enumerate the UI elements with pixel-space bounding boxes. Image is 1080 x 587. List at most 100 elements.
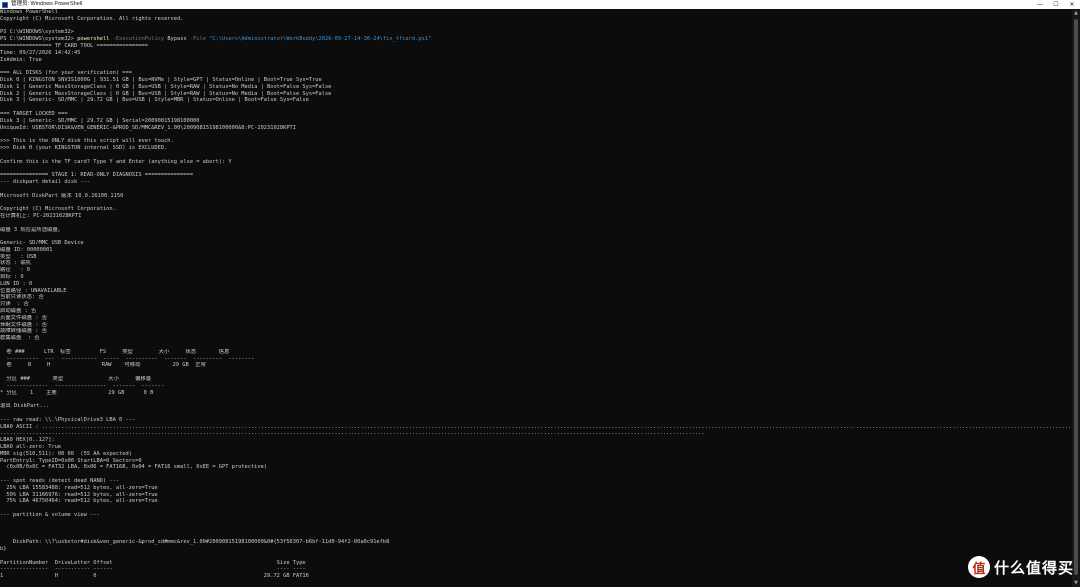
console-line: ........................................…	[0, 430, 705, 437]
console-line: LBA0 HEX[0..127]:	[0, 437, 55, 444]
scroll-thumb[interactable]	[1074, 19, 1078, 575]
watermark-logo-icon: 值	[967, 556, 990, 578]
console-line: MBR sig(510,511): 00 00 (55 AA expected)	[0, 450, 132, 457]
minimize-button[interactable]: —	[1032, 0, 1048, 9]
close-button[interactable]: ✕	[1064, 0, 1080, 9]
console-line: Windows PowerShell	[0, 9, 58, 15]
console-line: 只读 : 否	[0, 301, 29, 308]
console-line: 50% LBA 31166976: read=512 bytes, all-ze…	[0, 491, 158, 498]
console-line: =============== STAGE 1: READ-ONLY DIAGN…	[0, 172, 194, 179]
console-line: Disk 3 | Generic- SD/MMC | 29.72 GB | Se…	[0, 117, 200, 124]
console-line: >>> Disk 0 (your KINGSTON internal SSD) …	[0, 144, 168, 151]
console-line: Disk 0 | KINGSTON SNV3S1000G | 931.51 GB…	[0, 76, 322, 83]
console-line: 退出 DiskPart...	[0, 403, 50, 410]
console-line: === TARGET LOCKED ===	[0, 110, 68, 117]
console-line: Disk 2 | Generic MassStorageClass | 0 GB…	[0, 90, 332, 97]
console-line: Disk 1 | Generic MassStorageClass | 0 GB…	[0, 83, 332, 90]
console-line: Microsoft DiskPart 版本 10.0.26100.1150	[0, 192, 124, 199]
watermark-text: 什么值得买	[993, 558, 1074, 577]
watermark: 值 什么值得买	[967, 556, 1074, 578]
console-line: Generic- SD/MMC USB Device	[0, 240, 84, 247]
console-line: 类型 : USB	[0, 253, 37, 260]
powershell-window[interactable]: 管理员: Windows PowerShell — ☐ ✕ Windows Po…	[0, 0, 1080, 587]
console-line: PS C:\WINDOWS\system32>	[0, 29, 74, 36]
console-line: 卷 8 H RAW 可移动 29 GB 正常	[0, 362, 206, 369]
console-line: PartEntry1: TypeID=0x00 StartLBA=0 Secto…	[0, 457, 142, 464]
command-token: Bypass	[164, 36, 187, 43]
console-line: Disk 3 | Generic- SD/MMC | 29.72 GB | Bu…	[0, 97, 309, 104]
console-line: 75% LBA 46750464: read=512 bytes, all-ze…	[0, 498, 158, 505]
console-line: ------------- ---------------- ------- -…	[0, 382, 165, 389]
console-line: PartitionNumber DriveLetter Offset Size …	[0, 559, 306, 566]
powershell-icon	[2, 1, 8, 8]
maximize-button[interactable]: ☐	[1048, 0, 1064, 9]
console-line: --- spot reads (detect dead NAND) ---	[0, 477, 120, 484]
console-line: * 分区 1 主要 29 GB 0 B	[0, 389, 154, 396]
console-line: DiskPath: \\?\usbstor#disk&ven_generic-&…	[0, 539, 390, 546]
console-line: 启动磁盘 : 否	[0, 308, 37, 315]
console-line: ---------- --- ----------- ----- -------…	[0, 355, 255, 362]
command-token: -ExecutionPolicy	[109, 36, 165, 43]
console-line: 磁盘 3 现在是所选磁盘。	[0, 226, 64, 233]
console-line: LBA0 all-zero: True	[0, 444, 62, 450]
console-line: --- raw read: \\.\PhysicalDrive3 LBA 0 -…	[0, 416, 136, 423]
console-line: 磁盘 ID: 00000001	[0, 246, 53, 253]
console-line: UniqueId: USBSTOR\DISK&VEN_GENERIC-&PROD…	[0, 124, 296, 131]
console-line: (0x0B/0x0C = FAT32 LBA, 0x06 = FAT16B, 0…	[0, 464, 268, 471]
console-line: 位置路径 : UNAVAILABLE	[0, 287, 67, 294]
console-line: --- diskpart detail disk ---	[0, 178, 91, 185]
command-token: -File	[186, 36, 206, 43]
console-line: b}	[0, 545, 7, 552]
command-token: powershell	[77, 36, 110, 43]
window-title: 管理员: Windows PowerShell	[11, 1, 83, 7]
console-line: 页面文件磁盘 : 否	[0, 314, 48, 321]
console-line: 故障转储磁盘 : 否	[0, 328, 48, 335]
window-controls: — ☐ ✕	[1032, 0, 1080, 9]
command-line: PS C:\WINDOWS\system32> powershell -Exec…	[0, 36, 1072, 43]
console-line: 1 H 0 29.72 GB FAT16	[0, 573, 309, 580]
console-line: IsAdmin: True	[0, 56, 42, 63]
vertical-scrollbar[interactable]: ▲ ▼	[1072, 9, 1080, 587]
console-line: 分区 ### 类型 大小 偏移量	[0, 376, 152, 383]
console-line: ================ TF CARD TOOL ==========…	[0, 42, 148, 49]
console-line: --- partition & volume view ---	[0, 511, 100, 518]
title-bar[interactable]: 管理员: Windows PowerShell — ☐ ✕	[0, 0, 1080, 9]
command-token: "C:\Users\Administrator\WorkBuddy\2026-0…	[205, 36, 432, 43]
console-line: Copyright (C) Microsoft Corporation. All…	[0, 15, 184, 22]
console-line: --------------- ----------- ------ ---- …	[0, 566, 306, 573]
console-line: 群集磁盘 : 否	[0, 335, 40, 342]
console-output[interactable]: Windows PowerShell Copyright (C) Microsof…	[0, 9, 1072, 587]
command-token: PS C:\WINDOWS\system32>	[0, 36, 78, 43]
console-line: 在计算机上: PC-20231028KPTI	[0, 212, 82, 219]
console-line: 卷 ### LTR 标签 FS 类型 大小 状态 信息	[0, 348, 230, 355]
console-line: 当前只读状态: 否	[0, 294, 44, 301]
console-line: 25% LBA 15583488: read=512 bytes, all-ze…	[0, 484, 158, 491]
console-line: 状态 : 联机	[0, 260, 32, 267]
console-line: Copyright (C) Microsoft Corporation.	[0, 206, 116, 213]
scroll-up-arrow-icon[interactable]: ▲	[1072, 9, 1080, 17]
console-line: === ALL DISKS (for your verification) ==…	[0, 70, 132, 77]
scroll-down-arrow-icon[interactable]: ▼	[1072, 579, 1080, 587]
console-line: Time: 09/27/2026 14:42:45	[0, 49, 81, 56]
console-line: 路径 : 0	[0, 267, 30, 274]
